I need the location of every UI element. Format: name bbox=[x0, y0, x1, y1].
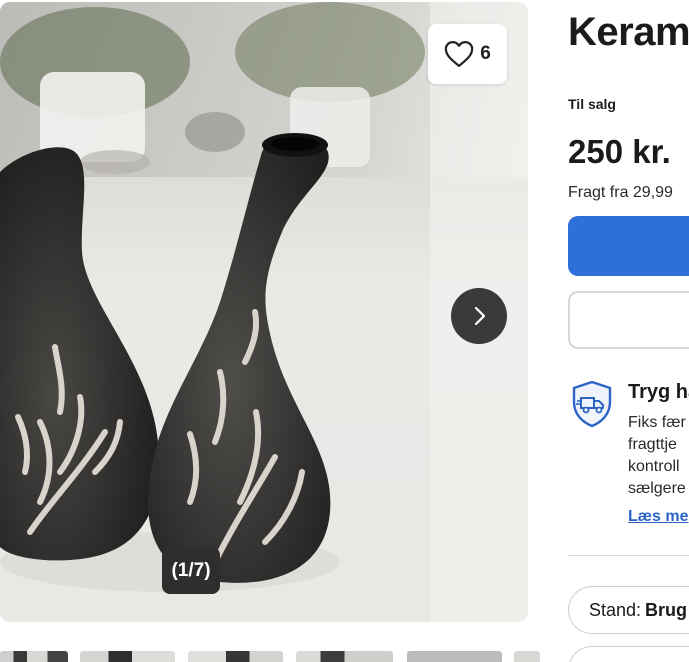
thumbnail[interactable] bbox=[80, 651, 175, 662]
shipping-price: Fragt fra 29,99 bbox=[568, 184, 673, 201]
chevron-right-icon bbox=[474, 306, 486, 326]
thumbnail[interactable] bbox=[407, 651, 502, 662]
heart-icon bbox=[444, 41, 474, 67]
condition-label: Stand: bbox=[589, 599, 642, 620]
trust-line: Fiks fær bbox=[628, 414, 686, 431]
image-counter: (1/7) bbox=[162, 547, 220, 594]
thumbnail[interactable] bbox=[296, 651, 393, 662]
favorite-count: 6 bbox=[480, 43, 491, 64]
attribute-chip[interactable] bbox=[568, 646, 689, 662]
image-gallery[interactable]: 6 (1/7) bbox=[0, 2, 528, 622]
trust-line: kontroll bbox=[628, 458, 680, 475]
thumbnail-strip bbox=[0, 651, 540, 662]
trust-line: sælgere bbox=[628, 480, 686, 497]
trust-title: Tryg ha bbox=[628, 381, 689, 403]
condition-chip[interactable]: Stand: Brug bbox=[568, 586, 689, 634]
sale-status-label: Til salg bbox=[568, 96, 616, 112]
thumbnail[interactable] bbox=[0, 651, 68, 662]
listing-price: 250 kr. bbox=[568, 133, 671, 170]
favorite-button[interactable]: 6 bbox=[428, 24, 507, 84]
trust-line: fragttje bbox=[628, 436, 677, 453]
thumbnail[interactable] bbox=[514, 651, 540, 662]
product-photo[interactable] bbox=[0, 2, 528, 622]
listing-title: Keram bbox=[568, 10, 689, 54]
next-image-button[interactable] bbox=[451, 288, 507, 344]
trust-description: Fiks fær fragttje kontroll sælgere bbox=[628, 412, 686, 500]
condition-value: Brug bbox=[645, 599, 688, 620]
divider bbox=[568, 555, 689, 556]
buy-button[interactable] bbox=[568, 216, 689, 276]
message-seller-button[interactable] bbox=[568, 291, 689, 349]
thumbnail[interactable] bbox=[188, 651, 283, 662]
listing-panel: Keram Til salg 250 kr. Fragt fra 29,99 T… bbox=[568, 0, 689, 662]
read-more-link[interactable]: Læs me bbox=[628, 508, 688, 526]
shield-truck-icon bbox=[572, 380, 612, 428]
vase-photo-illustration bbox=[0, 2, 528, 622]
